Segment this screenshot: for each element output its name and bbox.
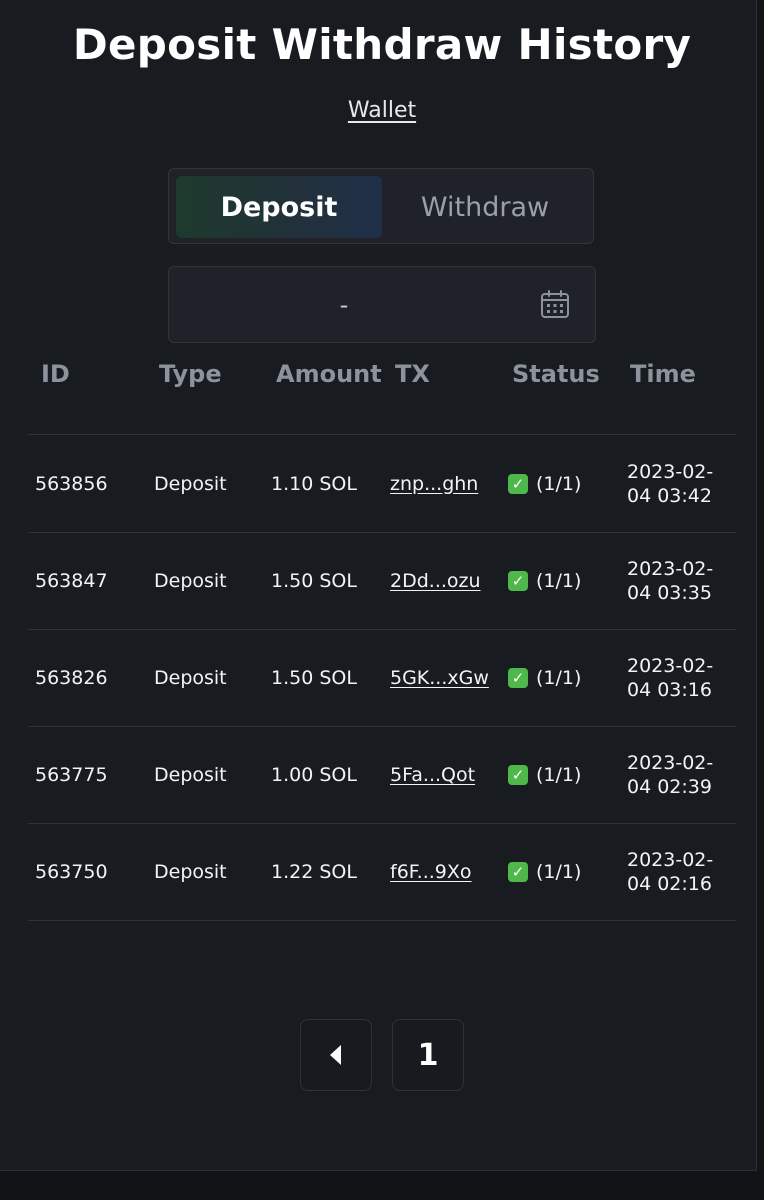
row-id: 563856	[35, 472, 108, 495]
status-text: (1/1)	[536, 860, 582, 883]
row-type: Deposit	[154, 666, 227, 689]
check-icon: ✓	[508, 861, 528, 882]
row-amount: 1.50 SOL	[271, 569, 357, 592]
status-text: (1/1)	[536, 763, 582, 786]
row-id: 563826	[35, 666, 108, 689]
time-clock: 04 03:42	[627, 484, 712, 507]
tx-link[interactable]: f6F...9Xo	[390, 861, 472, 883]
row-id: 563847	[35, 569, 108, 592]
time-text: 2023-02- 04 02:39	[627, 751, 717, 799]
row-time: 2023-02- 04 03:42	[627, 435, 717, 532]
time-clock: 04 03:16	[627, 678, 712, 701]
tx-link[interactable]: 2Dd...ozu	[390, 570, 481, 592]
type-tabs: Deposit Withdraw	[168, 168, 594, 244]
row-amount: 1.10 SOL	[271, 472, 357, 495]
time-text: 2023-02- 04 03:16	[627, 654, 717, 702]
tx-link[interactable]: 5Fa...Qot	[390, 764, 475, 786]
status-text: (1/1)	[536, 569, 582, 592]
wallet-link[interactable]: Wallet	[348, 98, 416, 123]
date-range-value: -	[339, 290, 349, 319]
row-status: ✓ (1/1)	[508, 726, 581, 823]
time-date: 2023-02-	[627, 654, 714, 677]
row-status: ✓ (1/1)	[508, 435, 581, 532]
check-icon: ✓	[508, 570, 528, 591]
time-date: 2023-02-	[627, 848, 714, 871]
row-time: 2023-02- 04 03:35	[627, 532, 717, 629]
table-header: ID Type Amount TX Status Time	[0, 360, 764, 400]
row-time: 2023-02- 04 02:39	[627, 726, 717, 823]
tab-deposit[interactable]: Deposit	[176, 176, 382, 238]
check-icon: ✓	[508, 667, 528, 688]
time-clock: 04 02:16	[627, 872, 712, 895]
page-container: Deposit Withdraw History Wallet Deposit …	[0, 0, 757, 1171]
row-tx-cell: znp...ghn	[390, 435, 478, 532]
row-time: 2023-02- 04 03:16	[627, 629, 717, 726]
row-amount: 1.22 SOL	[271, 860, 357, 883]
time-text: 2023-02- 04 03:42	[627, 460, 717, 508]
row-id: 563775	[35, 763, 108, 786]
column-header-status: Status	[512, 360, 600, 388]
column-header-time: Time	[630, 360, 696, 388]
row-time: 2023-02- 04 02:16	[627, 823, 717, 920]
table-row: 563847 Deposit 1.50 SOL 2Dd...ozu ✓ (1/1…	[28, 532, 736, 630]
time-date: 2023-02-	[627, 751, 714, 774]
row-type: Deposit	[154, 763, 227, 786]
row-amount: 1.50 SOL	[271, 666, 357, 689]
tx-link[interactable]: znp...ghn	[390, 473, 478, 495]
column-header-tx: TX	[395, 360, 430, 388]
status-text: (1/1)	[536, 472, 582, 495]
tx-link[interactable]: 5GK...xGw	[390, 667, 489, 689]
column-header-type: Type	[159, 360, 222, 388]
row-tx-cell: 5Fa...Qot	[390, 726, 475, 823]
time-clock: 04 03:35	[627, 581, 712, 604]
time-text: 2023-02- 04 02:16	[627, 848, 717, 896]
column-header-id: ID	[41, 360, 70, 388]
status-text: (1/1)	[536, 666, 582, 689]
page-button-current[interactable]: 1	[392, 1019, 464, 1091]
page-title: Deposit Withdraw History	[72, 20, 692, 69]
bottom-strip	[0, 1171, 764, 1200]
time-date: 2023-02-	[627, 557, 714, 580]
previous-page-button[interactable]	[300, 1019, 372, 1091]
row-tx-cell: 5GK...xGw	[390, 629, 489, 726]
row-tx-cell: 2Dd...ozu	[390, 532, 481, 629]
row-status: ✓ (1/1)	[508, 532, 581, 629]
time-clock: 04 02:39	[627, 775, 712, 798]
row-type: Deposit	[154, 860, 227, 883]
date-range-picker[interactable]: -	[168, 266, 596, 343]
row-id: 563750	[35, 860, 108, 883]
row-tx-cell: f6F...9Xo	[390, 823, 472, 920]
row-type: Deposit	[154, 569, 227, 592]
column-header-amount: Amount	[276, 360, 382, 388]
tab-withdraw[interactable]: Withdraw	[382, 176, 588, 238]
time-text: 2023-02- 04 03:35	[627, 557, 717, 605]
table-row: 563750 Deposit 1.22 SOL f6F...9Xo ✓ (1/1…	[28, 823, 736, 921]
table-row: 563775 Deposit 1.00 SOL 5Fa...Qot ✓ (1/1…	[28, 726, 736, 824]
caret-left-icon	[330, 1045, 341, 1065]
table-row: 563856 Deposit 1.10 SOL znp...ghn ✓ (1/1…	[28, 435, 736, 533]
wallet-link-row: Wallet	[0, 98, 764, 123]
time-date: 2023-02-	[627, 460, 714, 483]
check-icon: ✓	[508, 473, 528, 494]
row-status: ✓ (1/1)	[508, 823, 581, 920]
calendar-icon[interactable]	[539, 288, 571, 320]
row-status: ✓ (1/1)	[508, 629, 581, 726]
row-amount: 1.00 SOL	[271, 763, 357, 786]
row-type: Deposit	[154, 472, 227, 495]
check-icon: ✓	[508, 764, 528, 785]
table-row: 563826 Deposit 1.50 SOL 5GK...xGw ✓ (1/1…	[28, 629, 736, 727]
